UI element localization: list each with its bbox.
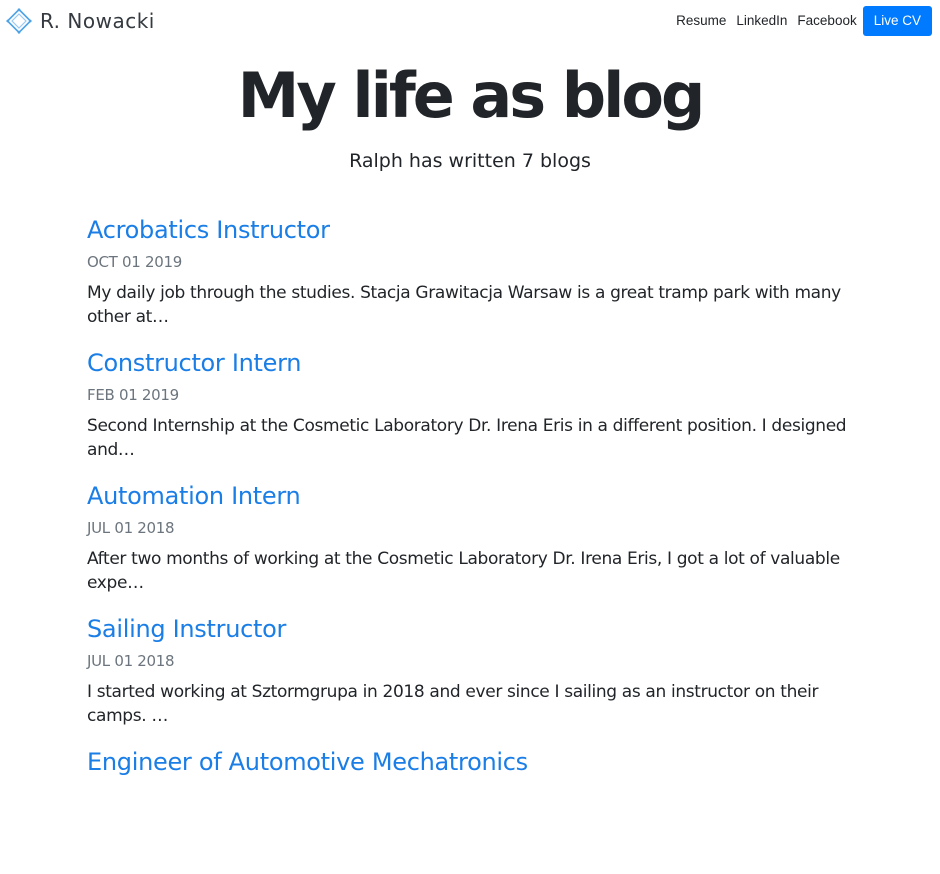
blog-post: Acrobatics Instructor OCT 01 2019 My dai… xyxy=(87,209,867,342)
blog-post: Sailing Instructor JUL 01 2018 I started… xyxy=(87,608,867,741)
post-date: JUL 01 2018 xyxy=(87,652,175,670)
nav-link-linkedin[interactable]: LinkedIn xyxy=(736,6,787,36)
post-title-link[interactable]: Constructor Intern xyxy=(87,342,867,384)
blog-post-list: Acrobatics Instructor OCT 01 2019 My dai… xyxy=(87,209,867,874)
diamond-logo-icon xyxy=(6,8,32,34)
post-excerpt: My daily job through the studies. Stacja… xyxy=(87,283,841,327)
nav-links: Resume LinkedIn Facebook Live CV xyxy=(666,6,932,36)
post-date: JUL 01 2018 xyxy=(87,519,175,537)
brand-name: R. Nowacki xyxy=(40,9,155,33)
brand-home-link[interactable]: R. Nowacki xyxy=(6,8,155,34)
live-cv-button[interactable]: Live CV xyxy=(862,6,932,36)
nav-link-resume[interactable]: Resume xyxy=(676,6,726,36)
post-date: FEB 01 2019 xyxy=(87,386,179,404)
blog-post: Constructor Intern FEB 01 2019 Second In… xyxy=(87,342,867,475)
page-title: My life as blog xyxy=(237,59,706,132)
post-title-link[interactable]: Acrobatics Instructor xyxy=(87,209,867,251)
blog-post: Engineer of Automotive Mechatronics xyxy=(87,741,867,874)
post-title-link[interactable]: Engineer of Automotive Mechatronics xyxy=(87,741,867,783)
page-subtitle: Ralph has written 7 blogs xyxy=(349,150,591,172)
post-excerpt: Second Internship at the Cosmetic Labora… xyxy=(87,416,847,460)
post-excerpt: I started working at Sztormgrupa in 2018… xyxy=(87,682,819,726)
post-date: OCT 01 2019 xyxy=(87,253,182,271)
nav-link-facebook[interactable]: Facebook xyxy=(797,6,856,36)
top-navbar: R. Nowacki Resume LinkedIn Facebook Live… xyxy=(0,0,940,42)
post-title-link[interactable]: Automation Intern xyxy=(87,475,867,517)
post-excerpt: After two months of working at the Cosme… xyxy=(87,549,840,593)
post-title-link[interactable]: Sailing Instructor xyxy=(87,608,867,650)
blog-post: Automation Intern JUL 01 2018 After two … xyxy=(87,475,867,608)
